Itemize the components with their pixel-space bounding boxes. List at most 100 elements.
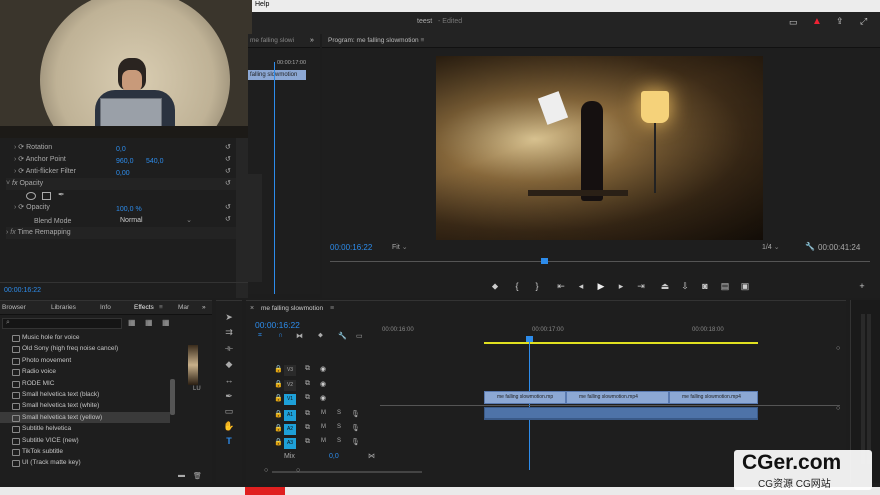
linked-selection-icon[interactable]: ⧓ bbox=[296, 332, 303, 340]
zoom-handle-left[interactable]: ○ bbox=[264, 467, 268, 474]
list-item-selected[interactable]: Small helvetica text (yellow) bbox=[0, 411, 170, 424]
time-remapping-row[interactable]: › fx Time Remapping bbox=[6, 227, 236, 239]
mark-out-icon[interactable]: } bbox=[530, 279, 544, 293]
nest-icon[interactable]: ⌗ bbox=[258, 332, 262, 340]
effects-scrollbar[interactable] bbox=[170, 379, 175, 415]
lock-icon[interactable]: 🔒 bbox=[274, 424, 283, 432]
compare-icon[interactable]: ▤ bbox=[718, 279, 732, 293]
list-item[interactable]: RODE MIC bbox=[0, 378, 170, 389]
mute-button[interactable]: M bbox=[321, 424, 326, 430]
opacity-section[interactable]: ˅ fx Opacity bbox=[6, 178, 236, 190]
list-item[interactable]: Music hole for voice bbox=[0, 332, 170, 343]
32bit-filter-icon[interactable]: ▦ bbox=[145, 318, 153, 327]
delete-icon[interactable]: 🗑 bbox=[193, 472, 202, 480]
mic-icon[interactable]: 🎙 bbox=[351, 424, 360, 432]
audio-clip-a1[interactable] bbox=[484, 407, 758, 419]
mark-in-icon[interactable]: { bbox=[510, 279, 524, 293]
fit-select[interactable]: Fit ⌄ bbox=[392, 242, 426, 253]
reset-antiflicker-icon[interactable]: ↺ bbox=[225, 167, 231, 175]
mic-icon[interactable]: 🎙 bbox=[351, 410, 360, 418]
effects-more-icon[interactable]: » bbox=[202, 301, 206, 315]
pen-mask-icon[interactable]: ✒ bbox=[58, 190, 65, 199]
tab-browser[interactable]: Browser bbox=[2, 301, 26, 315]
selection-tool-icon[interactable]: ➤ bbox=[222, 310, 236, 324]
track-a3[interactable]: A3 bbox=[284, 438, 296, 449]
source-clip[interactable]: falling slowmotion bbox=[248, 70, 306, 80]
new-bin-icon[interactable]: ▬ bbox=[178, 472, 185, 479]
go-to-out-icon[interactable]: ⇥ bbox=[634, 279, 648, 293]
reset-opacity-section-icon[interactable]: ↺ bbox=[225, 179, 231, 187]
track-v3[interactable]: V3 bbox=[284, 365, 296, 376]
timeline-zoom-scroll[interactable]: ○ ○ bbox=[264, 467, 424, 475]
anchor-x[interactable]: 960,0 bbox=[116, 158, 134, 165]
program-scrubber[interactable] bbox=[330, 261, 870, 262]
zoom-handle-right[interactable]: ○ bbox=[296, 467, 300, 474]
captions-icon[interactable]: ▭ bbox=[356, 332, 363, 340]
timeline-clip[interactable]: me falling slowmotion.mp4 bbox=[566, 391, 669, 404]
blend-mode-select[interactable]: Normal ⌄ bbox=[116, 215, 196, 226]
snap-icon[interactable]: ∩ bbox=[278, 332, 283, 339]
fullscreen-icon[interactable]: ⤢ bbox=[860, 16, 867, 27]
reset-blend-icon[interactable]: ↺ bbox=[225, 215, 231, 223]
ripple-edit-icon[interactable]: ⟛ bbox=[222, 341, 236, 355]
type-tool-icon[interactable]: T bbox=[222, 434, 236, 448]
timeline-clip[interactable]: me falling slowmotion.mp bbox=[484, 391, 566, 404]
tab-info[interactable]: Info bbox=[100, 301, 111, 315]
track-select-icon[interactable]: ⇉ bbox=[222, 325, 236, 339]
track-v2[interactable]: V2 bbox=[284, 380, 296, 391]
reset-opacity-icon[interactable]: ↺ bbox=[225, 203, 231, 211]
extract-icon[interactable]: ⇩ bbox=[678, 279, 692, 293]
anchor-y[interactable]: 540,0 bbox=[146, 158, 164, 165]
list-item[interactable]: Radio voice bbox=[0, 366, 170, 377]
list-item[interactable]: UI (Track matte key) bbox=[0, 457, 170, 468]
lock-icon[interactable]: 🔒 bbox=[274, 380, 283, 388]
camera-icon[interactable]: ◙ bbox=[698, 279, 712, 293]
yuv-filter-icon[interactable]: ▦ bbox=[162, 318, 170, 327]
accelerated-filter-icon[interactable]: ▦ bbox=[128, 318, 136, 327]
eye-icon[interactable]: ◉ bbox=[320, 380, 326, 388]
tab-markers[interactable]: Mar bbox=[178, 301, 189, 315]
track-v1[interactable]: V1 bbox=[284, 394, 296, 405]
lock-icon[interactable]: 🔒 bbox=[274, 365, 283, 373]
tab-libraries[interactable]: Libraries bbox=[51, 301, 76, 315]
solo-button[interactable]: S bbox=[337, 410, 341, 416]
reset-anchor-icon[interactable]: ↺ bbox=[225, 155, 231, 163]
go-to-in-icon[interactable]: ⇤ bbox=[554, 279, 568, 293]
list-item[interactable]: Old Sony (high freq noise cancel) bbox=[0, 343, 170, 354]
effects-search-input[interactable]: ⌕ bbox=[2, 318, 122, 329]
mix-end-icon[interactable]: ⋈ bbox=[368, 452, 375, 460]
eye-icon[interactable]: ◉ bbox=[320, 394, 326, 402]
list-item[interactable]: Photo movement bbox=[0, 355, 170, 366]
list-item[interactable]: Small helvetica text (black) bbox=[0, 389, 170, 400]
razor-tool-icon[interactable]: ◆ bbox=[222, 357, 236, 371]
rotation-value[interactable]: 0,0 bbox=[116, 146, 126, 153]
solo-button[interactable]: S bbox=[337, 438, 341, 444]
step-back-icon[interactable]: ◂ bbox=[574, 279, 588, 293]
eye-icon[interactable]: ◉ bbox=[320, 365, 326, 373]
timeline-vscroll-mid[interactable]: ○ bbox=[836, 405, 840, 412]
sync-lock-icon[interactable]: ⧉ bbox=[305, 394, 310, 402]
pen-tool-icon[interactable]: ✒ bbox=[222, 389, 236, 403]
effect-controls-scrollbar[interactable] bbox=[236, 138, 248, 298]
step-forward-icon[interactable]: ▸ bbox=[614, 279, 628, 293]
mute-button[interactable]: M bbox=[321, 410, 326, 416]
sync-lock-icon[interactable]: ⧉ bbox=[305, 410, 310, 418]
rectangle-tool-icon[interactable]: ▭ bbox=[222, 404, 236, 418]
warning-icon[interactable]: ▲ bbox=[812, 16, 822, 27]
antiflicker-value[interactable]: 0,00 bbox=[116, 170, 130, 177]
timeline-vscroll-top[interactable]: ○ bbox=[836, 345, 840, 352]
source-more-icon[interactable]: » bbox=[310, 37, 314, 44]
timeline-clip[interactable]: me falling slowmotion.mp4 bbox=[669, 391, 758, 404]
lock-icon[interactable]: 🔒 bbox=[274, 410, 283, 418]
resolution-select[interactable]: 1/4 ⌄ bbox=[762, 242, 802, 253]
add-marker-icon[interactable]: ⬥ bbox=[318, 332, 323, 340]
mix-value[interactable]: 0,0 bbox=[329, 453, 339, 460]
sync-lock-icon[interactable]: ⧉ bbox=[305, 380, 310, 388]
reset-rotation-icon[interactable]: ↺ bbox=[225, 143, 231, 151]
wrench-icon[interactable]: 🔧 bbox=[805, 242, 815, 251]
mask-rect-icon[interactable] bbox=[42, 192, 51, 200]
menu-help[interactable]: Help bbox=[255, 1, 269, 8]
timeline-close-icon[interactable]: × bbox=[250, 305, 254, 312]
share-icon[interactable]: ⇪ bbox=[836, 16, 844, 27]
work-area-bar[interactable] bbox=[484, 342, 758, 344]
